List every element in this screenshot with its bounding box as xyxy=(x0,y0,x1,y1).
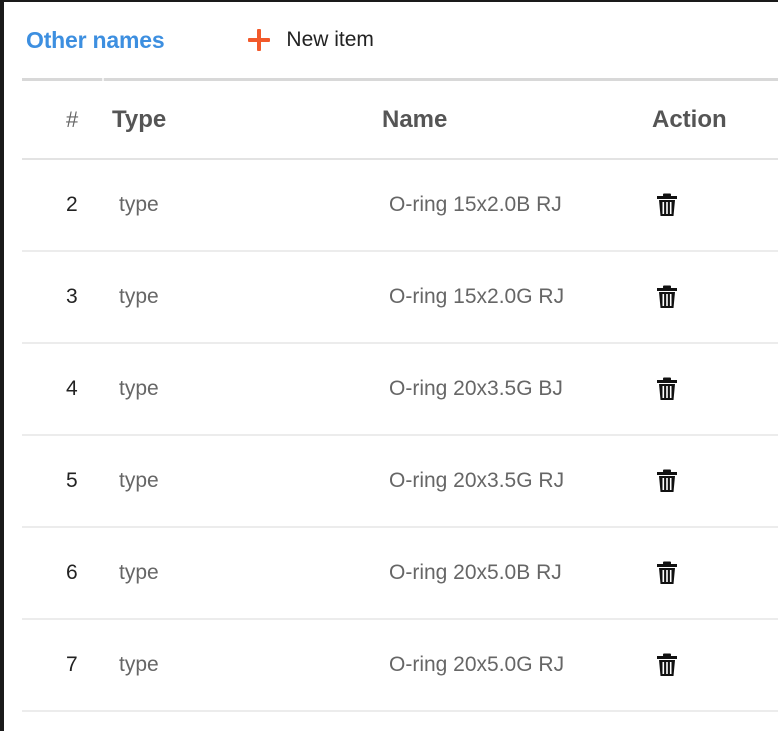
other-names-tab[interactable]: Other names xyxy=(26,27,165,54)
row-number: 7 xyxy=(66,653,78,676)
table-header: # Type Name Action xyxy=(22,81,778,159)
table-row: 3 type O-ring 15x2.0G RJ xyxy=(22,251,778,343)
row-type[interactable]: type xyxy=(112,435,382,527)
table-row: 4 type O-ring 20x3.5G BJ xyxy=(22,343,778,435)
row-action xyxy=(652,251,778,343)
row-type[interactable]: type xyxy=(112,527,382,619)
plus-icon xyxy=(248,29,271,51)
trash-icon[interactable] xyxy=(656,653,678,677)
new-item-label: New item xyxy=(286,28,374,51)
trash-icon[interactable] xyxy=(656,193,678,217)
row-number: 6 xyxy=(66,561,78,584)
row-number: 2 xyxy=(66,193,78,216)
table-row: 2 type O-ring 15x2.0B RJ xyxy=(22,159,778,251)
row-name[interactable]: O-ring 15x2.0B RJ xyxy=(382,159,652,251)
row-action xyxy=(652,527,778,619)
table-header-row: # Type Name Action xyxy=(22,81,778,159)
row-type[interactable]: type xyxy=(112,159,382,251)
trash-icon[interactable] xyxy=(656,469,678,493)
row-action xyxy=(652,159,778,251)
column-header-name: Name xyxy=(382,105,448,133)
row-action xyxy=(652,343,778,435)
row-name[interactable]: O-ring 20x3.5G RJ xyxy=(382,435,652,527)
row-type[interactable]: type xyxy=(112,619,382,711)
row-type[interactable]: type xyxy=(112,251,382,343)
other-names-table: # Type Name Action 2 type O-ring 15x2.0B… xyxy=(22,81,778,712)
row-name[interactable]: O-ring 20x3.5G BJ xyxy=(382,343,652,435)
table-row: 5 type O-ring 20x3.5G RJ xyxy=(22,435,778,527)
table-row: 6 type O-ring 20x5.0B RJ xyxy=(22,527,778,619)
trash-icon[interactable] xyxy=(656,377,678,401)
new-item-button[interactable]: New item xyxy=(248,28,374,52)
table-row: 7 type O-ring 20x5.0G RJ xyxy=(22,619,778,711)
row-action xyxy=(652,619,778,711)
column-header-type: Type xyxy=(112,105,167,133)
trash-icon[interactable] xyxy=(656,561,678,585)
row-number: 5 xyxy=(66,469,78,492)
table-body: 2 type O-ring 15x2.0B RJ 3 type O-ring 1… xyxy=(22,159,778,711)
row-action xyxy=(652,435,778,527)
panel-header: Other names New item xyxy=(26,18,778,62)
column-header-action: Action xyxy=(652,105,727,133)
row-type[interactable]: type xyxy=(112,343,382,435)
row-name[interactable]: O-ring 20x5.0B RJ xyxy=(382,527,652,619)
row-number: 3 xyxy=(66,285,78,308)
row-name[interactable]: O-ring 15x2.0G RJ xyxy=(382,251,652,343)
trash-icon[interactable] xyxy=(656,285,678,309)
row-number: 4 xyxy=(66,377,78,400)
row-name[interactable]: O-ring 20x5.0G RJ xyxy=(382,619,652,711)
column-header-number: # xyxy=(66,106,79,132)
